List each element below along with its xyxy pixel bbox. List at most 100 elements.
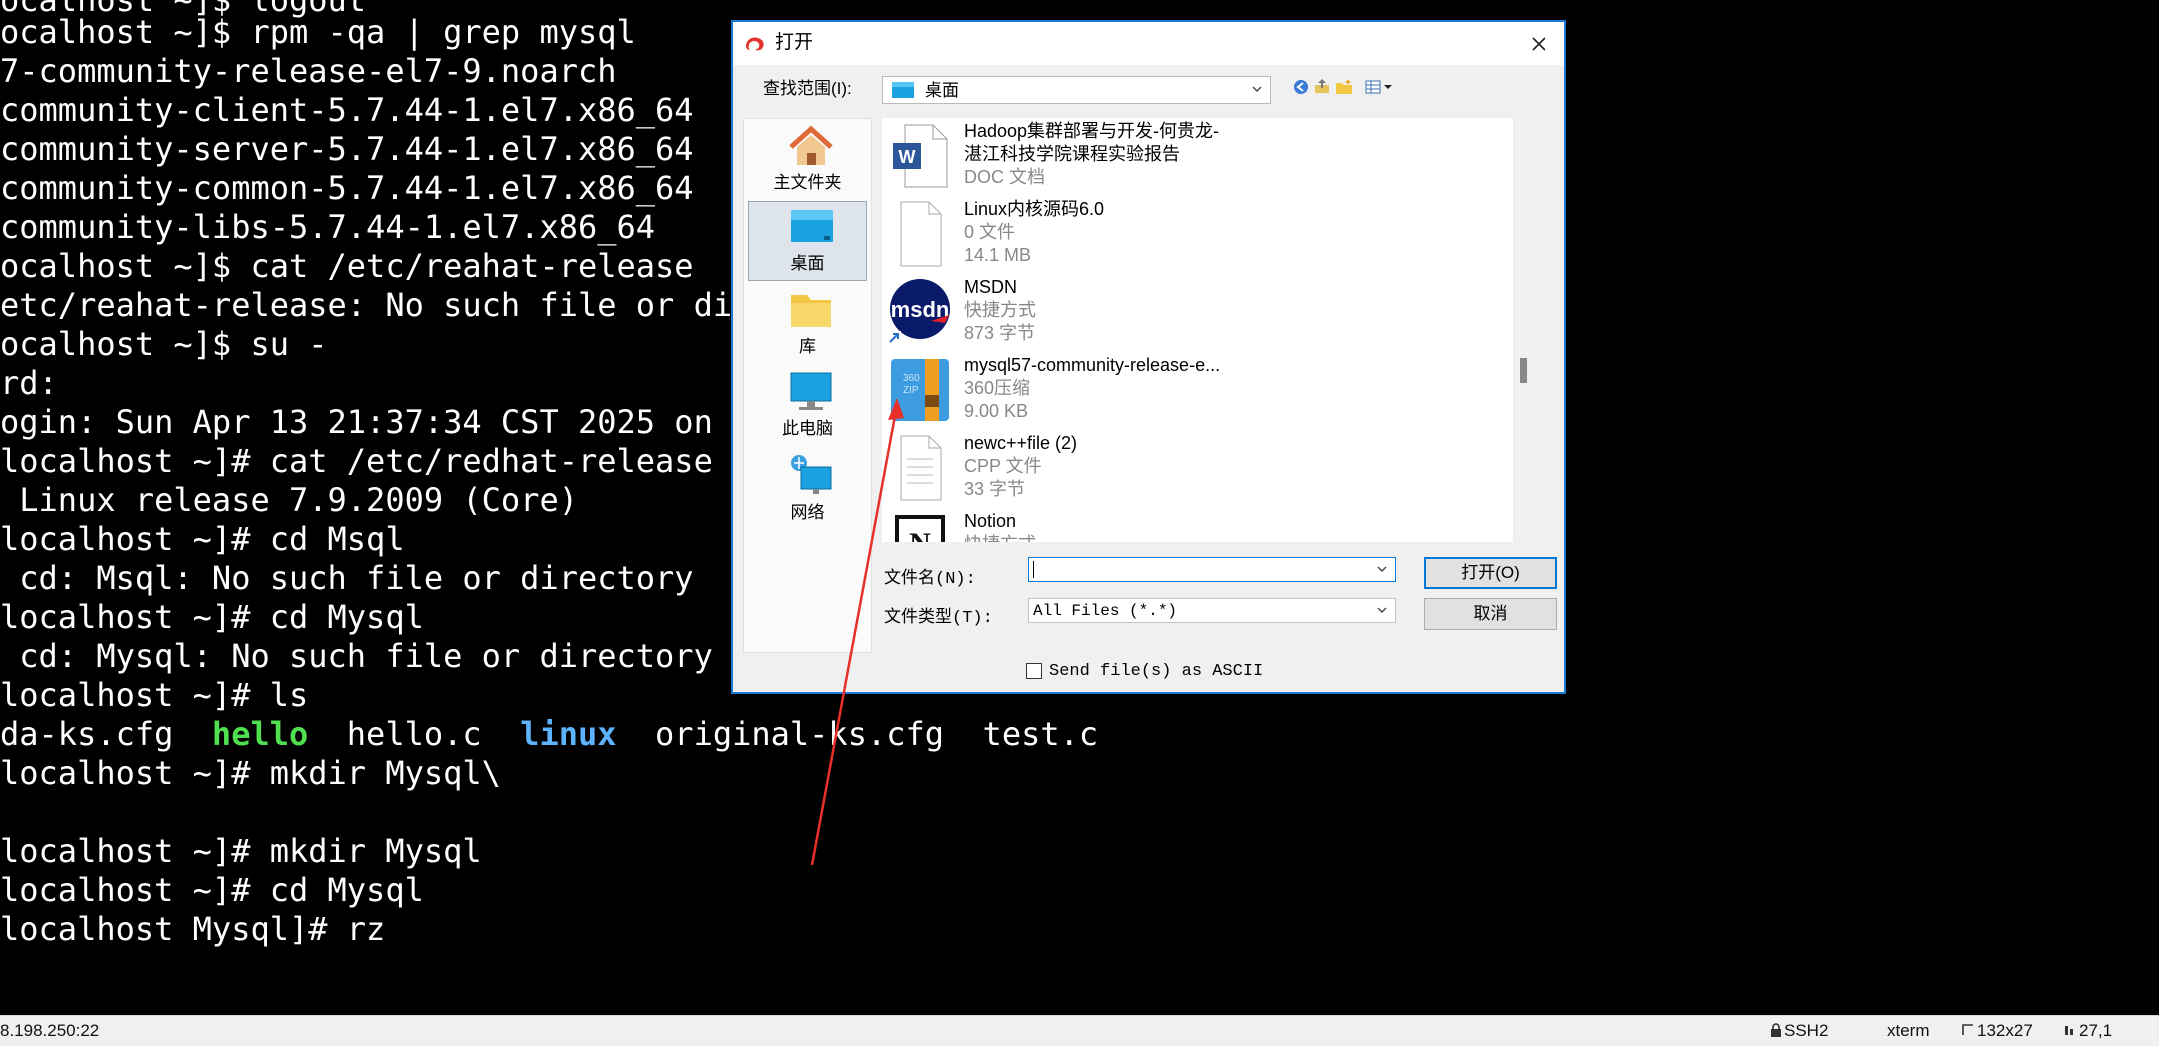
- ls-output-line: da-ks.cfg hello hello.c linux original-k…: [0, 715, 1098, 754]
- lock-icon: [1771, 1023, 1781, 1037]
- terminal-line: ocalhost ~]$ cat /etc/reahat-release: [0, 247, 694, 285]
- place-desktop[interactable]: 桌面: [748, 201, 867, 281]
- app-icon: [746, 37, 764, 51]
- close-icon[interactable]: [1522, 27, 1556, 61]
- ls-file: hello.c: [308, 715, 521, 753]
- place-network[interactable]: 网络: [748, 451, 867, 531]
- word-doc-icon: W: [893, 124, 948, 188]
- scrollbar-thumb[interactable]: [1520, 358, 1527, 383]
- svg-text:N: N: [909, 527, 931, 542]
- status-bar: 8.198.250:22 SSH2 xterm 132x27 27,1: [0, 1015, 2159, 1046]
- dialog-titlebar[interactable]: 打开: [733, 22, 1564, 65]
- file-name: Notion: [964, 511, 1017, 531]
- file-item[interactable]: 360 ZIP mysql57-community-release-e... 36…: [882, 352, 1482, 430]
- chevron-down-icon: [1252, 86, 1262, 92]
- file-item[interactable]: msdn MSDN 快捷方式 873 字节: [882, 274, 1482, 352]
- up-folder-icon[interactable]: [1313, 77, 1331, 95]
- file-size: 14.1 MB: [964, 245, 1032, 265]
- dialog-title: 打开: [775, 32, 814, 53]
- file-item[interactable]: N Notion 快捷方式: [882, 508, 1482, 542]
- place-this-pc[interactable]: 此电脑: [748, 367, 867, 447]
- place-label: 桌面: [790, 254, 825, 273]
- network-icon: [791, 455, 832, 494]
- chevron-down-icon: [1377, 607, 1387, 613]
- cursor-position-icon: [2065, 1026, 2073, 1035]
- file-name: Hadoop集群部署与开发-何贵龙-: [964, 121, 1220, 141]
- chevron-down-icon: [1377, 566, 1387, 572]
- msdn-shortcut-icon: msdn: [887, 279, 950, 345]
- new-folder-icon[interactable]: [1335, 78, 1353, 96]
- svg-text:ZIP: ZIP: [903, 385, 919, 396]
- file-type: 快捷方式: [964, 533, 1036, 542]
- file-size: 33 字节: [964, 479, 1026, 499]
- terminal-line: localhost ~]# ls: [0, 676, 309, 714]
- cancel-button[interactable]: 取消: [1424, 598, 1557, 630]
- place-label: 此电脑: [782, 419, 833, 438]
- text-cursor: [1033, 561, 1034, 578]
- look-in-label: 查找范围(I):: [763, 79, 852, 98]
- terminal-line: localhost ~]# cd Mysql: [0, 871, 424, 909]
- computer-icon: [790, 372, 832, 410]
- ls-file: da-ks.cfg: [0, 715, 212, 753]
- filetype-select[interactable]: All Files (*.*): [1028, 598, 1396, 623]
- ascii-checkbox[interactable]: [1026, 663, 1042, 679]
- file-name: newc++file (2): [964, 433, 1078, 453]
- terminal-line: localhost ~]# cat /etc/redhat-release: [0, 442, 713, 480]
- ls-directory: linux: [520, 715, 617, 753]
- view-menu-icon[interactable]: [1364, 78, 1396, 96]
- places-sidebar: 主文件夹 桌面 库 此电脑 网络: [743, 118, 872, 653]
- file-type: CPP 文件: [964, 456, 1042, 476]
- ls-file: original-ks.cfg test.c: [616, 715, 1099, 753]
- resize-icon: [1962, 1024, 1973, 1035]
- library-folder-icon: [791, 295, 831, 327]
- terminal-line: community-client-5.7.44-1.el7.x86_64: [0, 91, 694, 129]
- terminal-line: localhost Mysql]# rz: [0, 910, 386, 948]
- back-icon[interactable]: [1292, 78, 1310, 96]
- file-type: DOC 文档: [964, 167, 1045, 187]
- svg-text:W: W: [899, 147, 916, 167]
- terminal-line: 7-community-release-el7-9.noarch: [0, 52, 617, 90]
- look-in-value: 桌面: [925, 81, 959, 100]
- ascii-checkbox-label[interactable]: Send file(s) as ASCII: [1049, 662, 1263, 682]
- desktop-icon: [791, 210, 833, 242]
- status-cursor: 27,1: [2063, 1021, 2112, 1041]
- look-in-combobox[interactable]: 桌面: [882, 76, 1271, 104]
- place-library[interactable]: 库: [748, 285, 867, 365]
- file-name: 湛江科技学院课程实验报告: [964, 144, 1180, 164]
- place-label: 库: [799, 337, 816, 356]
- file-list-scrollbar[interactable]: [1515, 118, 1532, 542]
- filename-input[interactable]: [1028, 557, 1396, 582]
- home-icon: [789, 125, 833, 165]
- file-size: 873 字节: [964, 323, 1036, 343]
- status-terminal-type: xterm: [1887, 1021, 1930, 1040]
- desktop-folder-icon: [892, 82, 914, 98]
- status-size: 132x27: [1961, 1021, 2033, 1041]
- filetype-value: All Files (*.*): [1033, 602, 1178, 620]
- terminal-line: etc/reahat-release: No such file or dir: [0, 286, 752, 324]
- place-home[interactable]: 主文件夹: [748, 121, 867, 201]
- file-item[interactable]: Linux内核源码6.0 0 文件 14.1 MB: [882, 196, 1482, 274]
- open-file-dialog: 打开 查找范围(I): 桌面 主文件夹 桌面 库 此电脑 网络 W Hadoop…: [731, 20, 1566, 694]
- file-item[interactable]: W Hadoop集群部署与开发-何贵龙- 湛江科技学院课程实验报告 DOC 文档: [882, 118, 1482, 196]
- file-item[interactable]: newc++file (2) CPP 文件 33 字节: [882, 430, 1482, 508]
- terminal-line: localhost ~]# mkdir Mysql\: [0, 754, 501, 792]
- terminal-line: community-server-5.7.44-1.el7.x86_64: [0, 130, 694, 168]
- blank-file-icon: [900, 201, 942, 267]
- terminal-line: cd: Mysql: No such file or directory: [0, 637, 713, 675]
- place-label: 网络: [790, 503, 825, 522]
- open-button[interactable]: 打开(O): [1424, 557, 1557, 589]
- file-list[interactable]: W Hadoop集群部署与开发-何贵龙- 湛江科技学院课程实验报告 DOC 文档…: [882, 118, 1513, 542]
- svg-text:360: 360: [903, 373, 920, 384]
- zip-archive-icon: 360ZIP: [891, 359, 949, 421]
- status-host: 8.198.250:22: [0, 1021, 100, 1040]
- terminal-line: community-common-5.7.44-1.el7.x86_64: [0, 169, 694, 207]
- cpp-file-icon: [900, 435, 942, 501]
- file-name: Linux内核源码6.0: [964, 199, 1105, 219]
- ls-executable: hello: [211, 715, 309, 753]
- file-type: 0 文件: [964, 222, 1016, 242]
- terminal-line: ogin: Sun Apr 13 21:37:34 CST 2025 on p: [0, 403, 752, 441]
- file-type: 快捷方式: [964, 300, 1036, 320]
- file-size: 9.00 KB: [964, 401, 1029, 421]
- status-protocol: SSH2: [1770, 1021, 1828, 1041]
- place-label: 主文件夹: [773, 173, 842, 192]
